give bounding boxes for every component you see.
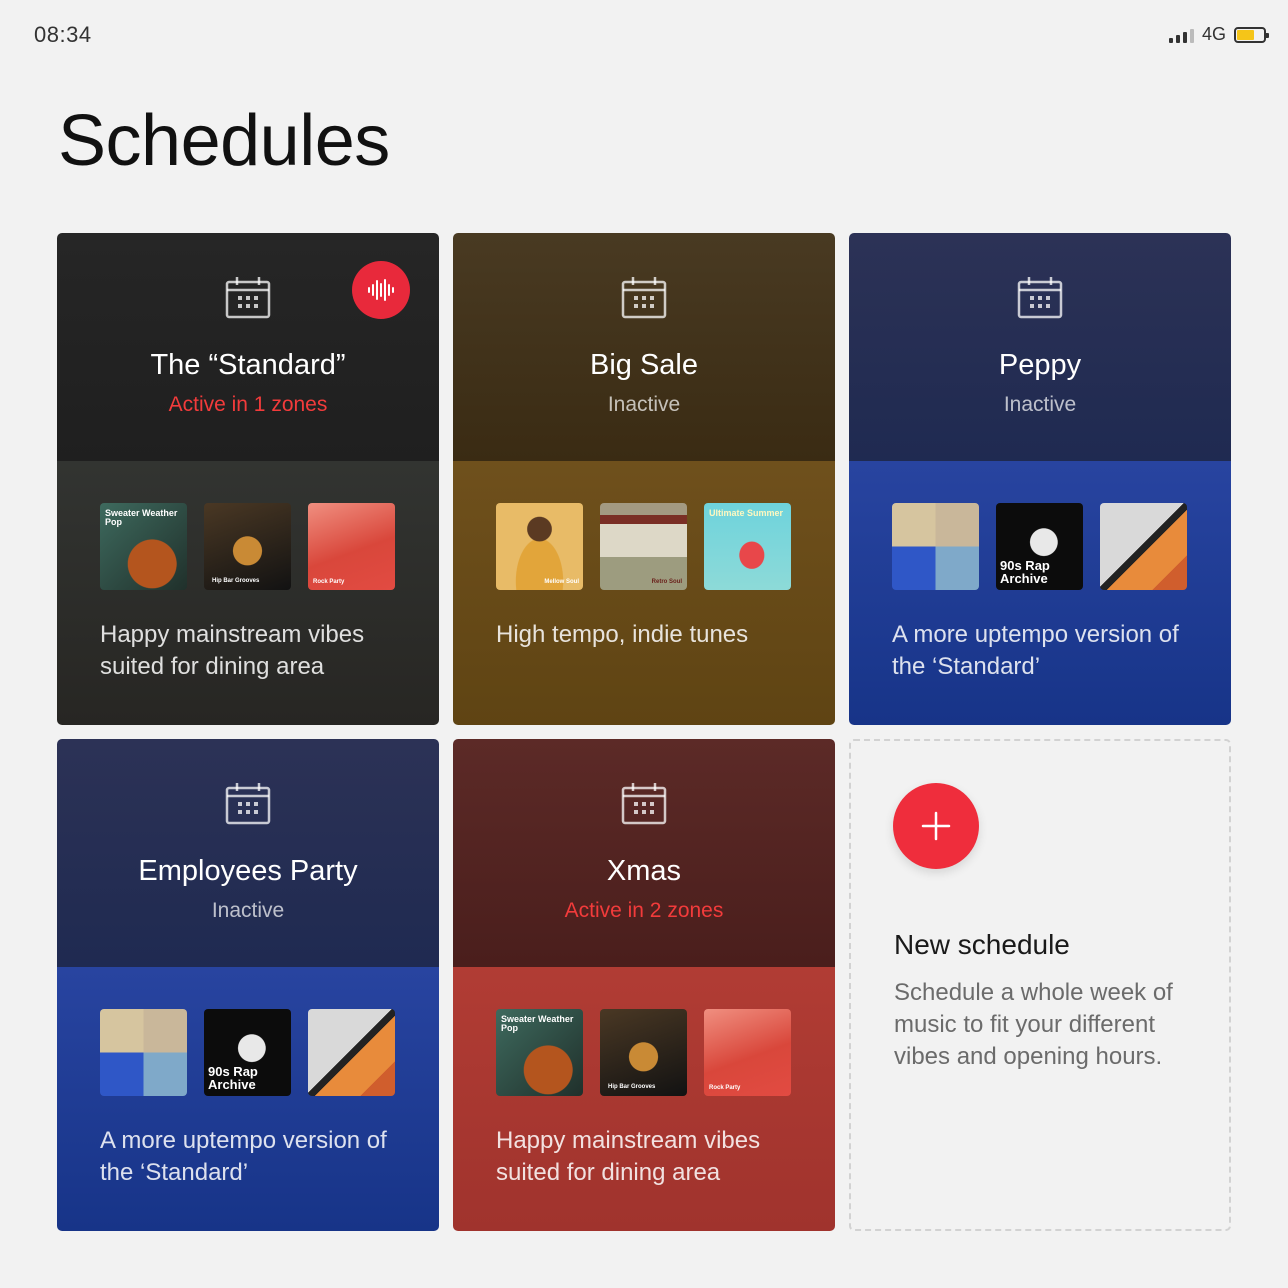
card-header: Employees Party Inactive <box>57 739 439 967</box>
playlist-thumbnails: Sweater Weather Pop Hip Bar Grooves Rock… <box>496 1009 791 1096</box>
schedule-title: Xmas <box>606 855 682 887</box>
card-header: Big Sale Inactive <box>453 233 835 461</box>
playlist-thumb[interactable]: Retro Soul <box>600 503 687 590</box>
schedule-description: A more uptempo version of the ‘Standard’ <box>892 621 1179 680</box>
playlist-thumbnails: 90s Rap Archive <box>892 503 1187 590</box>
now-playing-button[interactable] <box>352 261 410 319</box>
card-header: Xmas Active in 2 zones <box>453 739 835 967</box>
schedule-card-peppy[interactable]: Peppy Inactive 90s Rap Archive A more up… <box>849 233 1231 725</box>
playlist-thumbnails: Sweater Weather Pop Hip Bar Grooves Rock… <box>100 503 395 590</box>
playlist-thumb[interactable]: Mellow Soul <box>496 503 583 590</box>
schedule-description: Happy mainstream vibes suited for dining… <box>100 621 365 680</box>
playlist-thumb-label: Hip Bar Grooves <box>608 1084 656 1090</box>
battery-icon <box>1234 26 1269 43</box>
new-schedule-card[interactable]: New schedule Schedule a whole week of mu… <box>849 739 1231 1231</box>
status-time: 08:34 <box>34 22 92 47</box>
status-indicators: 4G <box>1168 24 1269 45</box>
calendar-icon <box>225 277 271 319</box>
schedule-description: Happy mainstream vibes suited for dining… <box>496 1127 761 1186</box>
playlist-thumb[interactable]: Hip Bar Grooves <box>600 1009 687 1096</box>
playlist-thumb[interactable]: Sweater Weather Pop <box>100 503 187 590</box>
playlist-thumbnails: Mellow Soul Retro Soul Ultimate Summer <box>496 503 791 590</box>
new-schedule-title: New schedule <box>894 929 1070 960</box>
playlist-thumb[interactable] <box>308 1009 395 1096</box>
schedule-card-xmas[interactable]: Xmas Active in 2 zones Sweater Weather P… <box>453 739 835 1231</box>
schedule-description: High tempo, indie tunes <box>496 621 749 648</box>
playlist-thumb[interactable]: Rock Party <box>704 1009 791 1096</box>
network-type: 4G <box>1201 24 1226 44</box>
card-header: The “Standard” Active in 1 zones <box>57 233 439 461</box>
playlist-thumb[interactable]: 90s Rap Archive <box>996 503 1083 590</box>
status-bar: 08:34 4G <box>0 0 1288 70</box>
calendar-icon <box>1017 277 1063 319</box>
playlist-thumb-label: Hip Bar Grooves <box>212 578 260 584</box>
playlist-thumb[interactable]: Ultimate Summer <box>704 503 791 590</box>
card-body: Mellow Soul Retro Soul Ultimate Summer H… <box>453 461 835 725</box>
playlist-thumb[interactable] <box>1100 503 1187 590</box>
schedule-status: Active in 2 zones <box>564 899 724 922</box>
plus-icon <box>921 811 951 841</box>
signal-strength-icon <box>1168 27 1194 43</box>
schedule-title: Big Sale <box>589 349 698 381</box>
playlist-thumb-label: Rock Party <box>313 579 345 585</box>
schedule-title: Peppy <box>998 349 1082 381</box>
playlist-thumb[interactable] <box>100 1009 187 1096</box>
new-schedule-description: Schedule a whole week of music to fit yo… <box>894 979 1173 1070</box>
schedule-status: Inactive <box>211 899 285 922</box>
schedule-title: Employees Party <box>138 855 358 887</box>
card-body: Sweater Weather Pop Hip Bar Grooves Rock… <box>57 461 439 725</box>
card-header: Peppy Inactive <box>849 233 1231 461</box>
calendar-icon <box>621 277 667 319</box>
playlist-thumb-label: Mellow Soul <box>544 579 579 585</box>
calendar-icon <box>225 783 271 825</box>
playlist-thumb-label: Retro Soul <box>651 579 682 585</box>
schedule-card-big-sale[interactable]: Big Sale Inactive Mellow Soul Retro Soul… <box>453 233 835 725</box>
card-body: 90s Rap Archive A more uptempo version o… <box>849 461 1231 725</box>
schedule-status: Inactive <box>1003 393 1077 416</box>
schedule-title: The “Standard” <box>150 349 346 381</box>
playlist-thumb[interactable]: Hip Bar Grooves <box>204 503 291 590</box>
card-body: 90s Rap Archive A more uptempo version o… <box>57 967 439 1231</box>
playlist-thumb-label: Rock Party <box>709 1085 741 1091</box>
playlist-thumb-label: Sweater Weather Pop <box>105 508 178 527</box>
playlist-thumb-label: Sweater Weather Pop <box>501 1014 574 1033</box>
add-schedule-button[interactable] <box>893 783 979 869</box>
card-body: Sweater Weather Pop Hip Bar Grooves Rock… <box>453 967 835 1231</box>
sound-wave-icon <box>368 279 394 301</box>
playlist-thumb-label: 90s Rap Archive <box>1000 558 1050 586</box>
playlist-thumb-label: Ultimate Summer <box>709 508 784 518</box>
playlist-thumb[interactable]: Sweater Weather Pop <box>496 1009 583 1096</box>
playlist-thumb[interactable]: Rock Party <box>308 503 395 590</box>
schedule-description: A more uptempo version of the ‘Standard’ <box>100 1127 387 1186</box>
schedule-card-standard[interactable]: The “Standard” Active in 1 zones Sweater… <box>57 233 439 725</box>
schedule-status: Active in 1 zones <box>168 393 328 416</box>
schedule-status: Inactive <box>607 393 681 416</box>
playlist-thumb-label: 90s Rap Archive <box>208 1064 258 1092</box>
playlist-thumb[interactable] <box>892 503 979 590</box>
playlist-thumbnails: 90s Rap Archive <box>100 1009 395 1096</box>
page-title: Schedules <box>58 101 390 181</box>
schedule-card-employees-party[interactable]: Employees Party Inactive 90s Rap Archive… <box>57 739 439 1231</box>
playlist-thumb[interactable]: 90s Rap Archive <box>204 1009 291 1096</box>
calendar-icon <box>621 783 667 825</box>
